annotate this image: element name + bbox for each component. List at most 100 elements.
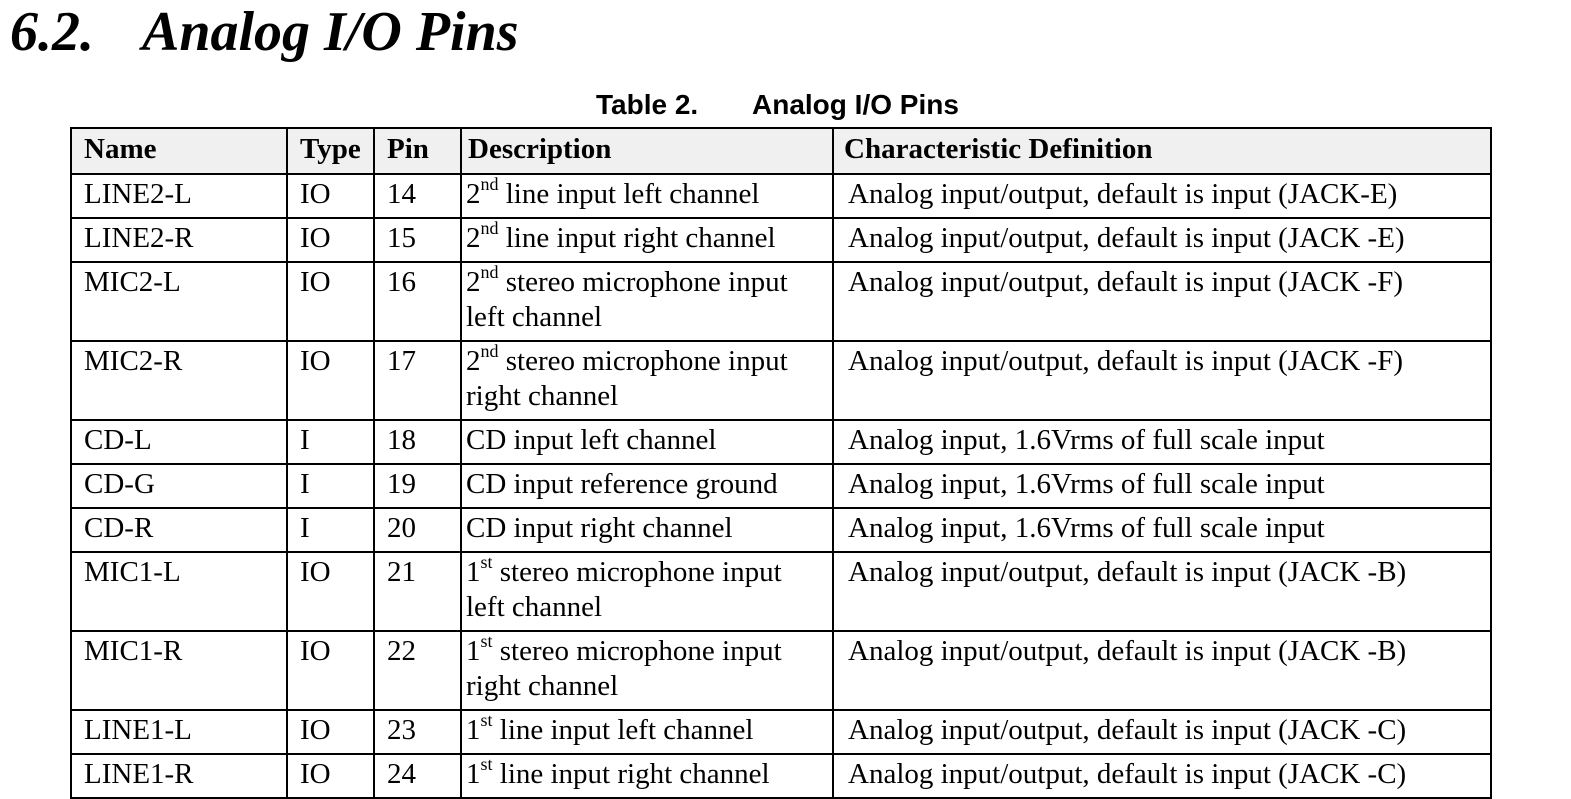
cell-characteristic-definition: Analog input, 1.6Vrms of full scale inpu… — [832, 507, 1492, 553]
table-row: MIC2-R IO 17 2nd stereo microphone input ri… — [70, 340, 1492, 421]
cell-type: I — [286, 507, 375, 553]
cell-pin: 17 — [373, 340, 462, 421]
header-name: Name — [70, 127, 288, 175]
cell-pin: 18 — [373, 419, 462, 465]
table-row: MIC1-L IO 21 1st stereo microphone input le… — [70, 551, 1492, 632]
desc-ordinal: 1 — [466, 758, 481, 790]
cell-name: MIC2-R — [70, 340, 288, 421]
cell-characteristic-definition: Analog input, 1.6Vrms of full scale inpu… — [832, 419, 1492, 465]
desc-ordinal-suffix: st — [480, 631, 493, 652]
table-row: CD-G I 19 CD input reference ground Analog i… — [70, 463, 1492, 509]
table-header-row: Name Type Pin Description Characteristic… — [70, 127, 1492, 175]
cell-name: LINE1-R — [70, 753, 288, 799]
analog-io-pins-table: Name Type Pin Description Characteristic… — [70, 127, 1492, 799]
desc-text: CD input right channel — [466, 512, 733, 544]
cell-pin: 14 — [373, 173, 462, 219]
table-row: LINE2-L IO 14 2nd line input left channel An… — [70, 173, 1492, 219]
cell-name: MIC2-L — [70, 261, 288, 342]
desc-text: stereo microphone input right channel — [466, 635, 782, 702]
table-row: LINE1-L IO 23 1st line input left channel An… — [70, 709, 1492, 755]
desc-ordinal: 2 — [466, 266, 481, 298]
desc-ordinal: 1 — [466, 635, 481, 667]
header-description: Description — [460, 127, 834, 175]
cell-name: CD-L — [70, 419, 288, 465]
cell-characteristic-definition: Analog input/output, default is input (J… — [832, 261, 1492, 342]
cell-description: CD input left channel — [460, 419, 834, 465]
cell-type: IO — [286, 551, 375, 632]
desc-ordinal: 2 — [466, 178, 481, 210]
cell-pin: 20 — [373, 507, 462, 553]
cell-type: IO — [286, 261, 375, 342]
cell-description: 2nd stereo microphone input right channe… — [460, 340, 834, 421]
cell-pin: 23 — [373, 709, 462, 755]
cell-characteristic-definition: Analog input/output, default is input (J… — [832, 709, 1492, 755]
table-row: CD-R I 20 CD input right channel Analog inpu… — [70, 507, 1492, 553]
cell-name: LINE2-R — [70, 217, 288, 263]
desc-ordinal-suffix: nd — [480, 262, 499, 283]
header-pin: Pin — [373, 127, 462, 175]
cell-name: LINE1-L — [70, 709, 288, 755]
table-caption: Table 2. Analog I/O Pins — [596, 88, 959, 122]
cell-description: 2nd line input left channel — [460, 173, 834, 219]
cell-name: MIC1-L — [70, 551, 288, 632]
desc-ordinal-suffix: nd — [480, 218, 499, 239]
desc-ordinal-suffix: nd — [480, 174, 499, 195]
desc-text: CD input left channel — [466, 424, 717, 456]
header-type: Type — [286, 127, 375, 175]
cell-description: 1st line input left channel — [460, 709, 834, 755]
desc-ordinal: 1 — [466, 714, 481, 746]
desc-text: line input right channel — [492, 758, 770, 790]
desc-ordinal-suffix: nd — [480, 341, 499, 362]
cell-description: 1st stereo microphone input right channe… — [460, 630, 834, 711]
cell-type: IO — [286, 709, 375, 755]
cell-pin: 19 — [373, 463, 462, 509]
desc-text: CD input reference ground — [466, 468, 778, 500]
cell-name: MIC1-R — [70, 630, 288, 711]
cell-pin: 16 — [373, 261, 462, 342]
desc-text: stereo microphone input right channel — [466, 345, 788, 412]
desc-ordinal-suffix: st — [480, 754, 493, 775]
cell-characteristic-definition: Analog input/output, default is input (J… — [832, 173, 1492, 219]
cell-characteristic-definition: Analog input/output, default is input (J… — [832, 753, 1492, 799]
table-row: LINE2-R IO 15 2nd line input right channel A… — [70, 217, 1492, 263]
cell-type: IO — [286, 217, 375, 263]
cell-type: I — [286, 463, 375, 509]
section-number: 6.2. — [10, 1, 94, 63]
cell-pin: 24 — [373, 753, 462, 799]
cell-characteristic-definition: Analog input/output, default is input (J… — [832, 217, 1492, 263]
cell-pin: 22 — [373, 630, 462, 711]
desc-text: line input left channel — [498, 178, 760, 210]
cell-pin: 15 — [373, 217, 462, 263]
desc-text: stereo microphone input left channel — [466, 556, 782, 623]
cell-name: CD-G — [70, 463, 288, 509]
cell-characteristic-definition: Analog input/output, default is input (J… — [832, 630, 1492, 711]
desc-ordinal-suffix: st — [480, 710, 493, 731]
cell-type: IO — [286, 630, 375, 711]
cell-type: IO — [286, 753, 375, 799]
cell-description: 1st line input right channel — [460, 753, 834, 799]
cell-type: IO — [286, 173, 375, 219]
cell-description: CD input reference ground — [460, 463, 834, 509]
table-caption-title: Analog I/O Pins — [752, 89, 959, 120]
cell-name: CD-R — [70, 507, 288, 553]
cell-description: CD input right channel — [460, 507, 834, 553]
table-row: MIC1-R IO 22 1st stereo microphone input ri… — [70, 630, 1492, 711]
desc-ordinal: 2 — [466, 222, 481, 254]
cell-pin: 21 — [373, 551, 462, 632]
desc-ordinal: 2 — [466, 345, 481, 377]
section-title: Analog I/O Pins — [142, 1, 519, 63]
table-caption-number: Table 2. — [596, 89, 699, 120]
cell-type: I — [286, 419, 375, 465]
table-row: LINE1-R IO 24 1st line input right channel A… — [70, 753, 1492, 799]
cell-description: 1st stereo microphone input left channel — [460, 551, 834, 632]
desc-text: stereo microphone input left channel — [466, 266, 788, 333]
desc-text: line input left channel — [492, 714, 754, 746]
cell-characteristic-definition: Analog input/output, default is input (J… — [832, 551, 1492, 632]
cell-characteristic-definition: Analog input, 1.6Vrms of full scale inpu… — [832, 463, 1492, 509]
desc-ordinal: 1 — [466, 556, 481, 588]
table-row: MIC2-L IO 16 2nd stereo microphone input le… — [70, 261, 1492, 342]
cell-name: LINE2-L — [70, 173, 288, 219]
cell-description: 2nd stereo microphone input left channel — [460, 261, 834, 342]
section-heading: 6.2. Analog I/O Pins — [10, 2, 519, 62]
cell-type: IO — [286, 340, 375, 421]
